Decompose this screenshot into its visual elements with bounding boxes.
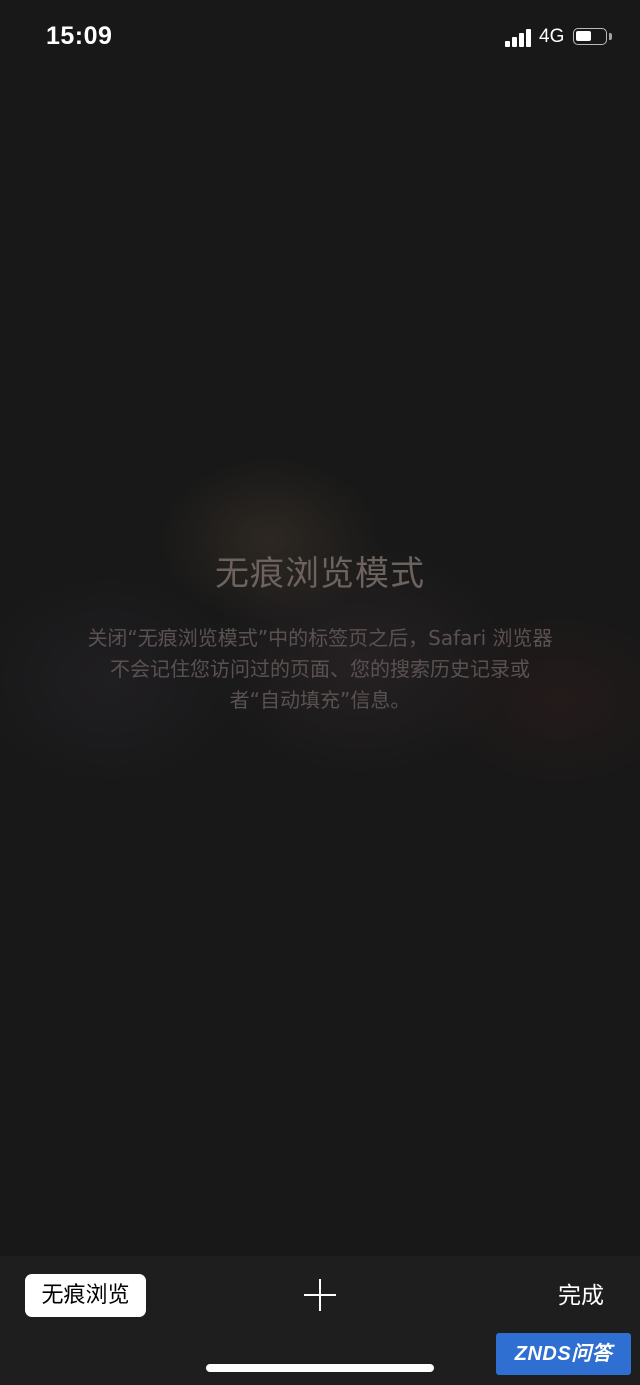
description-line: 者“自动填充”信息。 — [229, 688, 411, 712]
plus-icon-vertical — [319, 1279, 321, 1311]
status-time: 15:09 — [46, 22, 113, 50]
description-line: 不会记住您访问过的页面、您的搜索历史记录或 — [110, 657, 530, 681]
private-browsing-toggle[interactable]: 无痕浏览 — [25, 1274, 146, 1317]
network-type: 4G — [539, 26, 565, 47]
home-indicator[interactable] — [206, 1364, 434, 1372]
signal-bar — [505, 41, 510, 47]
description-line: 关闭“无痕浏览模式”中的标签页之后，Safari 浏览器 — [87, 626, 553, 650]
znds-watermark: ZNDS问答 — [496, 1333, 631, 1375]
new-tab-button[interactable] — [298, 1274, 342, 1318]
private-mode-description: 关闭“无痕浏览模式”中的标签页之后，Safari 浏览器 不会记住您访问过的页面… — [40, 623, 600, 716]
watermark-text: ZNDS问答 — [514, 1343, 613, 1365]
signal-bar — [512, 37, 517, 47]
battery-icon — [573, 28, 607, 45]
signal-bar — [526, 29, 531, 47]
done-button[interactable]: 完成 — [545, 1278, 617, 1314]
private-mode-title: 无痕浏览模式 — [215, 554, 425, 594]
cellular-signal-icon — [505, 29, 535, 47]
signal-bar — [519, 33, 524, 47]
battery-cap — [609, 33, 612, 40]
status-bar: 15:09 4G — [0, 0, 640, 78]
battery-level — [576, 31, 591, 41]
safari-private-tabs-screen: 15:09 4G 无痕浏览模式 关闭“无痕浏览模式”中的标签页之后，Safari… — [0, 0, 640, 1385]
